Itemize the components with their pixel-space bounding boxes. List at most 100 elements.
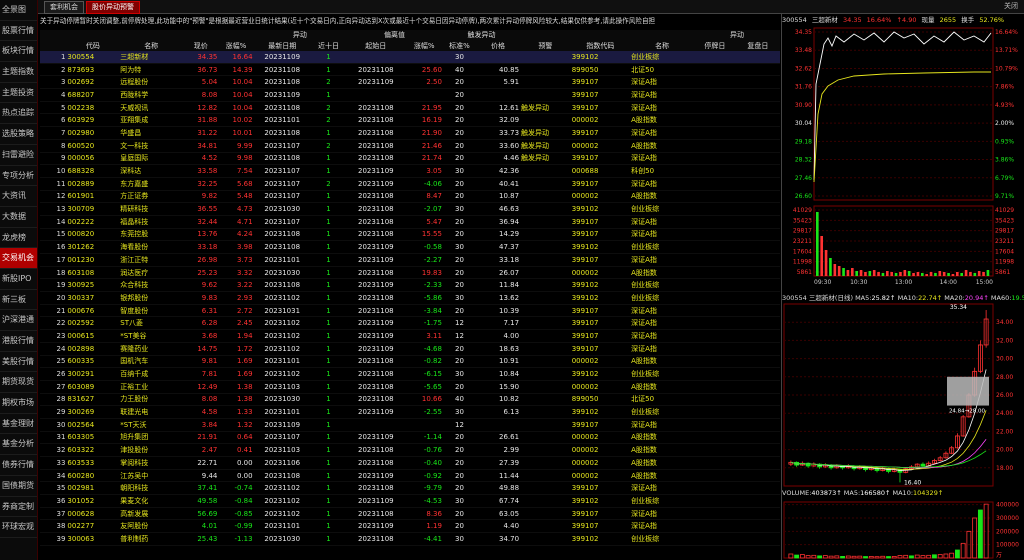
- table-row[interactable]: 14 002222 福晶科技 32.44 4.71 20231107 1 20231108 5.…: [40, 215, 780, 229]
- sidebar-item-23[interactable]: 国债期货: [0, 476, 37, 497]
- sidebar-item-8[interactable]: 专项分析: [0, 166, 37, 187]
- table-row[interactable]: 38 002277 友阿股份 4.01 -0.99 20231101 1 20231109 1.…: [40, 519, 780, 534]
- table-row[interactable]: 27 603089 正裕工业 12.49 1.38 20231103 1 20231108 -5…: [40, 380, 780, 394]
- table-row[interactable]: 25 600335 国机汽车 9.81 1.69 20231101 1 20231108 -0.…: [40, 355, 780, 369]
- table-row[interactable]: 37 000628 高新发展 56.69 -0.85 20231102 1 20231108 8…: [40, 507, 780, 521]
- table-row[interactable]: 23 000615 *ST美谷 3.68 1.94 20231102 1 20231109 3.…: [40, 329, 780, 343]
- cell-standard-pct: 20: [442, 139, 476, 153]
- table-row[interactable]: 35 002981 朝阳科技 37.41 -0.74 20231102 1 20231108-…: [40, 481, 780, 496]
- table-row[interactable]: 19 300925 众合科技 9.62 3.22 20231108 1 20231109 -2.…: [40, 278, 780, 293]
- sidebar-item-20[interactable]: 基金理财: [0, 414, 37, 435]
- sidebar-item-6[interactable]: 选股策略: [0, 124, 37, 145]
- minute-vol-tick: 11998: [793, 259, 812, 266]
- table-row[interactable]: 33 603533 掌阅科技 22.71 0.00 20231106 1 20231108 -0…: [40, 456, 780, 470]
- table-row[interactable]: 36 301052 果麦文化 49.58 -0.84 20231102 1 20231109-…: [40, 494, 780, 508]
- table-row[interactable]: 28 831627 力王股份 8.08 1.38 20231030 1 20231108 10.…: [40, 393, 780, 407]
- col-header-suspend-date[interactable]: 停牌日: [694, 40, 736, 51]
- sidebar-item-9[interactable]: 大资讯: [0, 186, 37, 207]
- col-header-index[interactable]: [40, 40, 67, 51]
- sidebar-item-19[interactable]: 期权市场: [0, 393, 37, 414]
- cell-suspend-date: [694, 215, 736, 229]
- table-row[interactable]: 17 001230 浙江正特 26.98 3.73 20231101 1 20231109 -2…: [40, 253, 780, 267]
- cell-standard-pct: 30: [442, 405, 476, 419]
- cell-resume-date: [735, 228, 780, 242]
- sidebar-item-14[interactable]: 新三板: [0, 290, 37, 311]
- sidebar-item-24[interactable]: 券商定制: [0, 497, 37, 518]
- sidebar-item-5[interactable]: 热点追踪: [0, 103, 37, 125]
- cell-trigger-price: 11.84: [476, 278, 521, 293]
- kline-volume-chart[interactable]: 400000 300000 200000 100000 万: [782, 500, 1024, 560]
- table-row[interactable]: 39 300063 普利制药 25.43 -1.13 20231030 1 20231108-…: [40, 532, 780, 546]
- table-row[interactable]: 24 002898 赛隆药业 14.75 1.72 20231102 1 20231109 -4…: [40, 342, 780, 356]
- col-header-change-pct[interactable]: 涨幅%: [218, 40, 254, 51]
- cell-latest-date: 20231102: [253, 507, 311, 521]
- sidebar-item-17[interactable]: 美股行情: [0, 352, 37, 373]
- table-row[interactable]: 20 300337 银邦股份 9.83 2.93 20231102 1 20231108 -5.…: [40, 291, 780, 305]
- sidebar-item-12[interactable]: 交易机会: [0, 248, 37, 269]
- table-row[interactable]: 6 603929 亚翔集成 31.88 10.02 20231101 2 20231108 16…: [40, 113, 780, 128]
- table-row[interactable]: 13 300709 精研科技 36.55 4.73 20231030 1 20231108 -2…: [40, 202, 780, 216]
- col-header-name[interactable]: 名称: [119, 40, 184, 51]
- col-header-code[interactable]: 代码: [66, 40, 120, 51]
- col-header-index-code[interactable]: 指数代码: [570, 40, 631, 51]
- col-header-ten-day-count[interactable]: 近十日: [310, 40, 347, 51]
- table-row[interactable]: 18 603108 润达医疗 25.23 3.32 20231030 1 20231108 19…: [40, 266, 780, 280]
- sidebar-item-11[interactable]: 龙虎榜: [0, 228, 37, 249]
- sidebar-item-1[interactable]: 股票行情: [0, 21, 37, 42]
- table-row[interactable]: 26 300291 百纳千成 7.81 1.69 20231102 1 20231108 -6.…: [40, 367, 780, 381]
- col-header-start-date[interactable]: 起始日: [346, 40, 406, 51]
- sidebar-item-0[interactable]: 全景图: [0, 0, 37, 21]
- table-row[interactable]: 34 600280 江苏吴中 9.44 0.00 20231108 1 20231109 -0.…: [40, 469, 780, 483]
- sidebar-item-22[interactable]: 债券行情: [0, 455, 37, 476]
- table-row[interactable]: 8 600520 文一科技 34.81 9.99 20231107 2 20231108 21.…: [40, 139, 780, 153]
- table-row[interactable]: 22 002592 ST八菱 6.28 2.45 20231102 1 20231109 -1.…: [40, 316, 780, 331]
- col-header-index-name[interactable]: 名称: [630, 40, 694, 51]
- sidebar-item-10[interactable]: 大数据: [0, 207, 37, 228]
- table-row[interactable]: 7 002980 华盛昌 31.22 10.01 20231108 1 20231108 21.…: [40, 126, 780, 140]
- table-row[interactable]: 30 002564 *ST天沃 3.84 1.32 20231109 1 12 399107 深证…: [40, 418, 780, 432]
- col-header-price[interactable]: 现价: [183, 40, 219, 51]
- col-header-warning[interactable]: 预警: [520, 40, 571, 51]
- col-header-resume-date[interactable]: 复盘日: [735, 40, 780, 51]
- table-row[interactable]: 31 603305 旭升集团 21.91 0.64 20231107 1 20231109 -1…: [40, 431, 780, 445]
- minute-pct-tick: 16.64%: [995, 29, 1018, 36]
- tab-price-alert[interactable]: 股价异动预警: [86, 1, 140, 14]
- minute-chart[interactable]: 34.35 16.64% 33.48 13.71% 32.62 10.79% 31.76 7.…: [782, 24, 1024, 290]
- cell-deviation-pct: [405, 418, 443, 432]
- table-row[interactable]: 15 000820 东莞控股 13.76 4.24 20231108 1 20231108 15…: [40, 228, 780, 242]
- table-row[interactable]: 11 002889 东方嘉盛 32.25 5.68 20231107 2 20231109 -4…: [40, 177, 780, 191]
- table-row[interactable]: 10 688328 深科达 33.58 7.54 20231107 1 20231109 3.0…: [40, 164, 780, 178]
- col-header-standard-pct[interactable]: 标准%: [442, 40, 476, 51]
- sidebar-item-16[interactable]: 港股行情: [0, 331, 37, 352]
- table-row[interactable]: 16 301262 海看股份 33.18 3.98 20231108 1 20231109 -0…: [40, 240, 780, 254]
- tab-arbitrage[interactable]: 套利机会: [44, 1, 84, 14]
- cell-name: 力王股份: [119, 393, 184, 407]
- sidebar-item-7[interactable]: 扫雷避险: [0, 145, 37, 166]
- sidebar-item-18[interactable]: 期货现货: [0, 372, 37, 394]
- sidebar-item-13[interactable]: 新股IPO: [0, 269, 37, 290]
- col-header-deviation-pct[interactable]: 涨幅%: [405, 40, 443, 51]
- sidebar-item-4[interactable]: 主题投资: [0, 83, 37, 104]
- table-row[interactable]: 29 300269 联建光电 4.58 1.33 20231101 1 20231109 -2.…: [40, 405, 780, 419]
- table-row[interactable]: 3 002692 远程股份 5.04 10.04 20231108 2 20231109 2.5…: [40, 75, 780, 90]
- table-row[interactable]: 21 000676 智度股份 6.31 2.72 20231031 1 20231108 -3.…: [40, 304, 780, 318]
- table-row[interactable]: 4 688207 西陇科学 8.08 10.04 20231109 1 20 399107 深证A…: [40, 88, 780, 102]
- kline-chart[interactable]: 34.00 32.00 30.00 28.00 26.00 24.00 22.00 20.00…: [782, 302, 1024, 488]
- sidebar-item-21[interactable]: 基金分析: [0, 434, 37, 456]
- table-row[interactable]: 32 603322 津投股份 2.47 0.41 20231103 1 20231108 -0.…: [40, 443, 780, 457]
- cell-deviation-pct: -4.68: [405, 342, 443, 356]
- table-row[interactable]: 2 873693 阿为特 36.73 14.39 20231108 1 20231108 25.…: [40, 63, 780, 77]
- table-row[interactable]: 5 002238 天威视讯 12.82 10.04 20231108 2 20231108 21…: [40, 101, 780, 115]
- close-button[interactable]: 关闭: [1004, 1, 1018, 11]
- sidebar-item-25[interactable]: 环球宏观: [0, 517, 37, 538]
- sidebar-item-2[interactable]: 板块行情: [0, 41, 37, 63]
- col-header-trigger-price[interactable]: 价格: [476, 40, 521, 51]
- cell-resume-date: [735, 316, 780, 331]
- table-row[interactable]: 12 601901 方正证券 9.82 5.48 20231107 1 20231108 8.4…: [40, 190, 780, 204]
- table-row[interactable]: 1 300554 三超新材 34.35 16.64 20231109 1 30 399102 创业…: [40, 51, 780, 64]
- col-header-latest-date[interactable]: 最新日期: [253, 40, 311, 51]
- sidebar-item-3[interactable]: 主题指数: [0, 62, 37, 83]
- table-row[interactable]: 9 000056 皇庭国际 4.52 9.98 20231108 1 20231108 21.7…: [40, 152, 780, 166]
- cell-index-name: 深证A指: [630, 101, 694, 115]
- sidebar-item-15[interactable]: 沪深港通: [0, 310, 37, 331]
